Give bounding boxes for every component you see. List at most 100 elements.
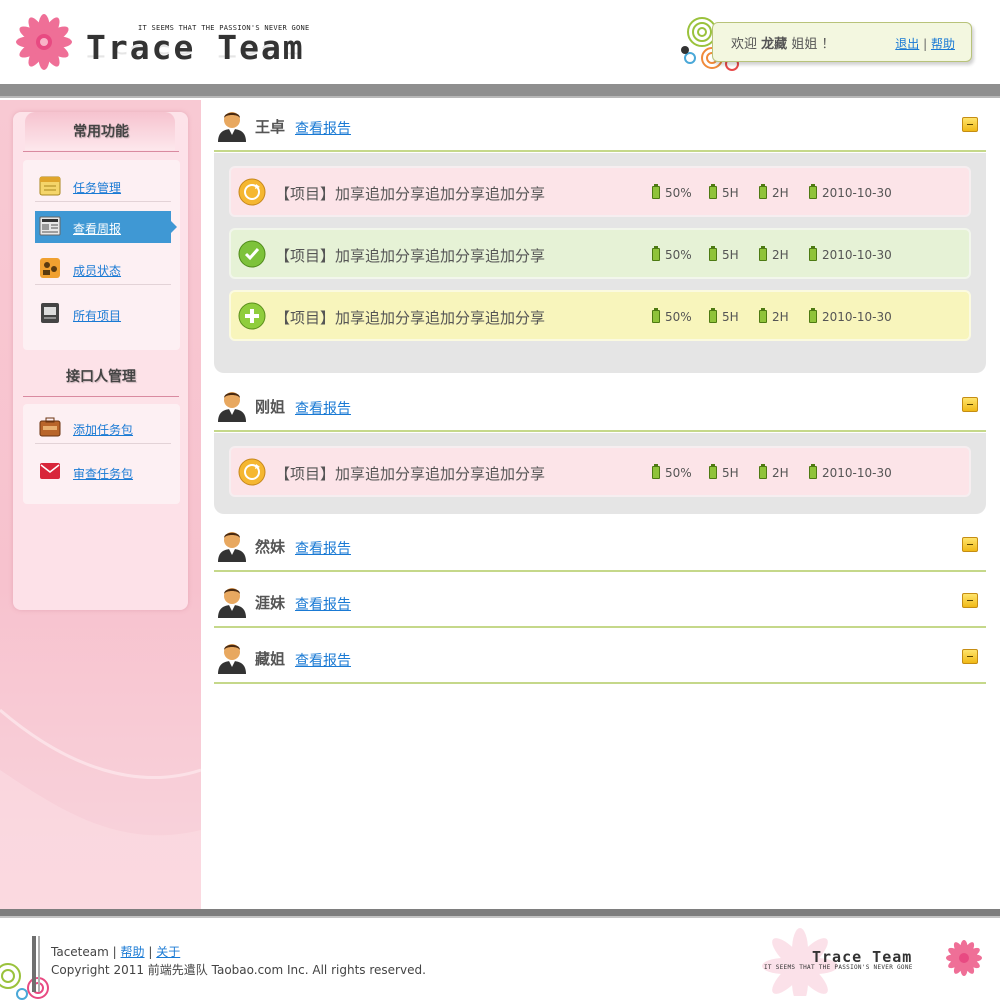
task-estimate: 5H [722,186,739,200]
battery-icon [759,184,767,199]
header-divider-bar [0,84,1000,98]
trace-team-logo[interactable]: IT SEEMS THAT THE PASSION'S NEVER GONE T… [14,10,314,76]
task-item[interactable]: 【项目】加享追加分享追加分享追加分享 50% 5H 2H 2010-10-30 [229,446,971,497]
view-report-link[interactable]: 查看报告 [295,594,351,614]
battery-icon [652,308,660,323]
member-name: 然妹 [255,538,286,556]
user-avatar-icon [218,644,246,674]
sidebar-item-label: 成员状态 [73,264,122,278]
member-name: 刚姐 [255,398,286,416]
collapse-button[interactable] [962,397,978,412]
sidebar-item-label: 查看周报 [73,222,122,236]
member-name: 藏姐 [255,650,286,668]
footer-site-name: Taceteam [51,945,109,959]
footer-logo: Trace Team IT SEEMS THAT THE PASSION'S N… [760,926,990,996]
battery-icon [759,464,767,479]
battery-icon [759,246,767,261]
people-icon [40,258,60,278]
view-report-link[interactable]: 查看报告 [295,118,351,138]
view-report-link[interactable]: 查看报告 [295,398,351,418]
task-estimate: 5H [722,310,739,324]
task-date: 2010-10-30 [822,466,892,480]
section-title-common: 常用功能 [73,124,129,140]
section-title-interface: 接口人管理 [66,369,136,385]
sidebar-item-weekly-report[interactable]: 查看周报 [35,211,177,243]
task-date: 2010-10-30 [822,310,892,324]
view-report-link[interactable]: 查看报告 [295,538,351,558]
header-link-separator: | [923,37,928,51]
battery-icon [709,464,717,479]
member-name: 王卓 [255,118,286,136]
sidebar-item-add-task-package[interactable]: 添加任务包 [35,412,171,444]
help-link[interactable]: 帮助 [931,37,955,51]
decorative-circles-icon [0,963,49,1000]
main-content: 王卓 查看报告 【项目】加享追加分享追加分享追加分享 50% 5H 2H 201… [214,100,986,910]
member-section: 王卓 查看报告 【项目】加享追加分享追加分享追加分享 50% 5H 2H 201… [214,100,986,375]
task-list: 【项目】加享追加分享追加分享追加分享 50% 5H 2H 2010-10-30 … [214,153,986,373]
sidebar-item-label: 任务管理 [73,181,122,195]
header-links: 退出 | 帮助 [895,35,955,52]
user-box: 欢迎 龙藏 姐姐 ！ 退出 | 帮助 [680,16,980,74]
footer-copyright: Copyright 2011 前端先遣队 Taobao.com Inc. All… [51,963,426,977]
member-name: 涯妹 [255,594,286,612]
battery-icon [652,464,660,479]
footer-separator: | [112,945,117,959]
footer-about-link[interactable]: 关于 [156,945,180,959]
sidebar-item-task-management[interactable]: 任务管理 [35,170,171,202]
battery-icon [652,246,660,261]
collapse-button[interactable] [962,649,978,664]
sidebar-swirl-decoration [0,708,201,910]
task-date: 2010-10-30 [822,248,892,262]
footer-links: Taceteam | 帮助 | 关于 [51,943,180,960]
collapse-button[interactable] [962,593,978,608]
task-percent: 50% [665,310,692,324]
collapse-button[interactable] [962,117,978,132]
sidebar-card: 常用功能 任务管理 查看周报 成员状态 所有项目 接口人管理 添加任务包 审查任… [13,112,188,610]
battery-icon [709,308,717,323]
checkmark-icon [238,240,266,268]
member-section: 然妹 查看报告 [214,520,986,574]
sidebar-item-all-projects[interactable]: 所有项目 [35,298,171,330]
task-item[interactable]: 【项目】加享追加分享追加分享追加分享 50% 5H 2H 2010-10-30 [229,228,971,279]
task-percent: 50% [665,248,692,262]
battery-icon [709,184,717,199]
sidebar-item-review-task-package[interactable]: 审查任务包 [35,456,171,488]
task-percent: 50% [665,186,692,200]
task-spent: 2H [772,466,789,480]
sidebar-item-member-status[interactable]: 成员状态 [35,253,171,285]
task-item[interactable]: 【项目】加享追加分享追加分享追加分享 50% 5H 2H 2010-10-30 [229,166,971,217]
battery-icon [709,246,717,261]
view-report-link[interactable]: 查看报告 [295,650,351,670]
logo-reflection: Trace Team [86,41,305,61]
logout-link[interactable]: 退出 [895,37,919,51]
footer-help-link[interactable]: 帮助 [121,945,145,959]
welcome-panel: 欢迎 龙藏 姐姐 ！ 退出 | 帮助 [712,22,972,62]
flower-logo-icon [16,14,72,70]
member-header: 涯妹 查看报告 [214,576,986,628]
document-icon [41,303,59,323]
task-date: 2010-10-30 [822,186,892,200]
task-spent: 2H [772,186,789,200]
newspaper-icon [39,216,61,236]
interface-management-list: 添加任务包 审查任务包 [23,404,180,504]
welcome-suffix: 姐姐 ！ [791,37,835,52]
in-progress-icon [238,178,266,206]
task-title: 【项目】加享追加分享追加分享追加分享 [275,247,546,265]
footer-separator: | [148,945,153,959]
welcome-prefix: 欢迎 [731,37,758,52]
footer-divider-bar [0,909,1000,918]
common-functions-list: 任务管理 查看周报 成员状态 所有项目 [23,160,180,350]
member-header: 藏姐 查看报告 [214,632,986,684]
task-list: 【项目】加享追加分享追加分享追加分享 50% 5H 2H 2010-10-30 [214,433,986,514]
footer: Taceteam | 帮助 | 关于 Copyright 2011 前端先遣队 … [0,920,1000,1000]
task-item[interactable]: 【项目】加享追加分享追加分享追加分享 50% 5H 2H 2010-10-30 [229,290,971,341]
battery-icon [809,464,817,479]
task-title: 【项目】加享追加分享追加分享追加分享 [275,465,546,483]
calendar-icon [39,176,61,196]
footer-tagline: IT SEEMS THAT THE PASSION'S NEVER GONE [764,964,913,971]
welcome-text: 欢迎 龙藏 姐姐 ！ [731,33,834,52]
section-header-common: 常用功能 [23,112,179,152]
member-section: 藏姐 查看报告 [214,632,986,686]
collapse-button[interactable] [962,537,978,552]
sidebar-item-label: 添加任务包 [73,423,134,437]
